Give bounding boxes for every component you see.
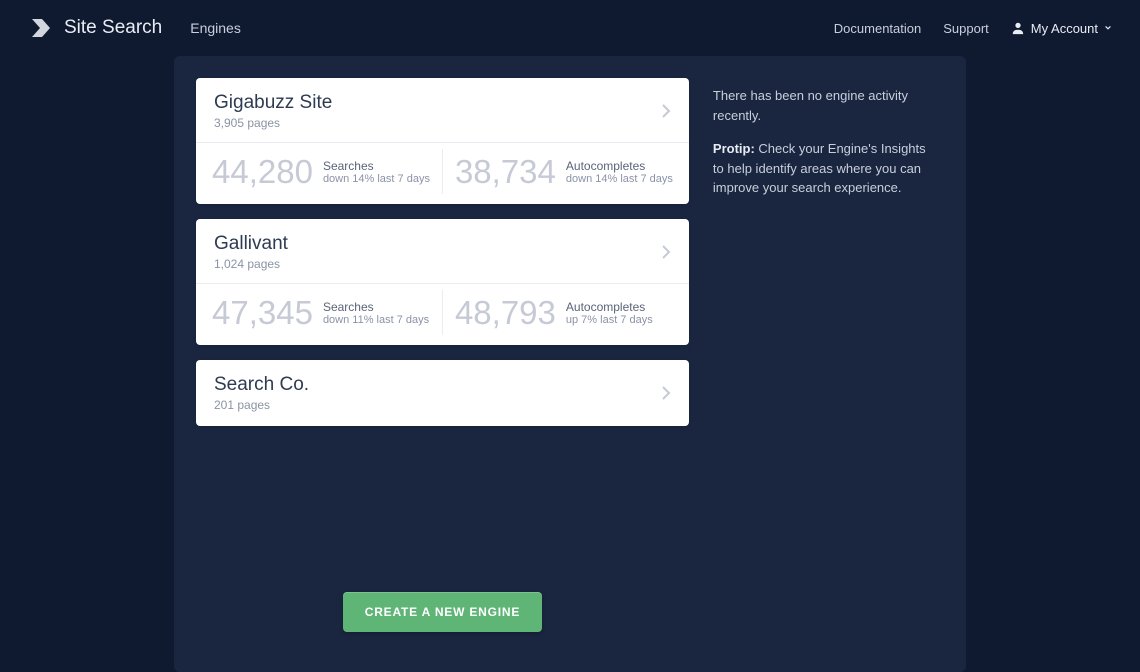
support-link[interactable]: Support bbox=[943, 21, 989, 36]
engines-column: Gigabuzz Site 3,905 pages 44,280 Searche… bbox=[196, 78, 689, 632]
engine-title: Gallivant bbox=[214, 233, 288, 255]
chevron-right-icon bbox=[661, 103, 671, 119]
stat-searches: 47,345 Searches down 11% last 7 days bbox=[200, 290, 443, 335]
engine-pages: 1,024 pages bbox=[214, 257, 288, 271]
stat-label: Autocompletes bbox=[566, 300, 653, 314]
main-container: Gigabuzz Site 3,905 pages 44,280 Searche… bbox=[174, 56, 966, 672]
protip-label: Protip: bbox=[713, 141, 755, 156]
chevron-right-icon bbox=[661, 385, 671, 401]
engines-list: Gigabuzz Site 3,905 pages 44,280 Searche… bbox=[196, 78, 689, 562]
engine-pages: 3,905 pages bbox=[214, 116, 332, 130]
stat-trend: down 14% last 7 days bbox=[323, 173, 430, 185]
engine-card[interactable]: Gallivant 1,024 pages 47,345 Searches do… bbox=[196, 219, 689, 345]
brand-title: Site Search bbox=[64, 17, 162, 39]
stat-label: Autocompletes bbox=[566, 159, 673, 173]
logo-icon bbox=[28, 15, 54, 41]
sidebar: There has been no engine activity recent… bbox=[713, 78, 944, 632]
stat-number: 48,793 bbox=[455, 296, 556, 329]
engine-pages: 201 pages bbox=[214, 398, 309, 412]
engine-card[interactable]: Gigabuzz Site 3,905 pages 44,280 Searche… bbox=[196, 78, 689, 204]
stat-searches: 44,280 Searches down 14% last 7 days bbox=[200, 149, 443, 194]
activity-notice: There has been no engine activity recent… bbox=[713, 86, 940, 125]
documentation-link[interactable]: Documentation bbox=[834, 21, 921, 36]
stat-number: 47,345 bbox=[212, 296, 313, 329]
stat-trend: down 14% last 7 days bbox=[566, 173, 673, 185]
account-label: My Account bbox=[1031, 21, 1098, 36]
stat-trend: down 11% last 7 days bbox=[323, 314, 429, 326]
chevron-right-icon bbox=[661, 244, 671, 260]
protip: Protip: Check your Engine's Insights to … bbox=[713, 139, 940, 198]
account-menu[interactable]: My Account bbox=[1011, 21, 1112, 36]
stat-number: 44,280 bbox=[212, 155, 313, 188]
engine-title: Gigabuzz Site bbox=[214, 92, 332, 114]
nav-engines[interactable]: Engines bbox=[190, 20, 241, 36]
stat-trend: up 7% last 7 days bbox=[566, 314, 653, 326]
user-icon bbox=[1011, 21, 1025, 35]
engine-title: Search Co. bbox=[214, 374, 309, 396]
chevron-down-icon bbox=[1104, 24, 1112, 32]
stat-label: Searches bbox=[323, 300, 429, 314]
stat-autocompletes: 48,793 Autocompletes up 7% last 7 days bbox=[443, 290, 685, 335]
app-header: Site Search Engines Documentation Suppor… bbox=[0, 0, 1140, 56]
engine-card[interactable]: Search Co. 201 pages bbox=[196, 360, 689, 426]
stat-label: Searches bbox=[323, 159, 430, 173]
stat-number: 38,734 bbox=[455, 155, 556, 188]
stat-autocompletes: 38,734 Autocompletes down 14% last 7 day… bbox=[443, 149, 685, 194]
create-engine-button[interactable]: CREATE A NEW ENGINE bbox=[343, 592, 542, 632]
